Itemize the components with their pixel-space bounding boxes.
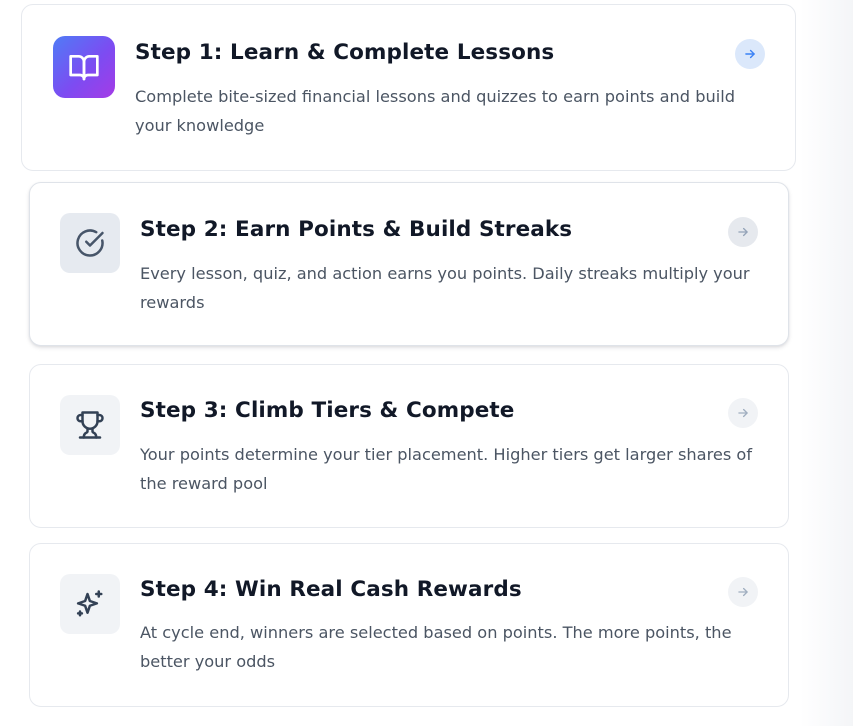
- sparkles-icon-tile: [60, 574, 120, 634]
- step-1-arrow-button[interactable]: [735, 39, 765, 69]
- page-edge-shade: [800, 0, 853, 726]
- arrow-right-icon: [738, 408, 748, 418]
- step-2-arrow-button[interactable]: [728, 217, 758, 247]
- step-card-3[interactable]: Step 3: Climb Tiers & Compete Your point…: [29, 364, 789, 528]
- arrow-right-icon: [738, 587, 748, 597]
- step-title: Step 2: Earn Points & Build Streaks: [140, 217, 573, 242]
- step-title: Step 4: Win Real Cash Rewards: [140, 577, 522, 602]
- trophy-icon-tile: [60, 395, 120, 455]
- trophy-icon: [76, 411, 104, 439]
- step-card-2[interactable]: Step 2: Earn Points & Build Streaks Ever…: [29, 182, 789, 346]
- step-description: Your points determine your tier placemen…: [140, 445, 753, 493]
- book-open-icon: [69, 55, 99, 81]
- step-description: At cycle end, winners are selected based…: [140, 623, 732, 671]
- arrow-right-icon: [745, 49, 755, 59]
- step-title: Step 1: Learn & Complete Lessons: [135, 40, 555, 65]
- step-title: Step 3: Climb Tiers & Compete: [140, 398, 515, 423]
- arrow-right-icon: [738, 227, 748, 237]
- step-description: Every lesson, quiz, and action earns you…: [140, 264, 750, 312]
- sparkles-icon: [76, 590, 103, 617]
- step-3-arrow-button[interactable]: [728, 398, 758, 428]
- step-4-arrow-button[interactable]: [728, 577, 758, 607]
- check-circle-icon-tile: [60, 213, 120, 273]
- step-card-1[interactable]: Step 1: Learn & Complete Lessons Complet…: [21, 4, 796, 171]
- check-circle-icon: [76, 229, 104, 257]
- step-card-4[interactable]: Step 4: Win Real Cash Rewards At cycle e…: [29, 543, 789, 707]
- step-description: Complete bite-sized financial lessons an…: [135, 87, 736, 135]
- book-open-icon-tile: [53, 36, 115, 98]
